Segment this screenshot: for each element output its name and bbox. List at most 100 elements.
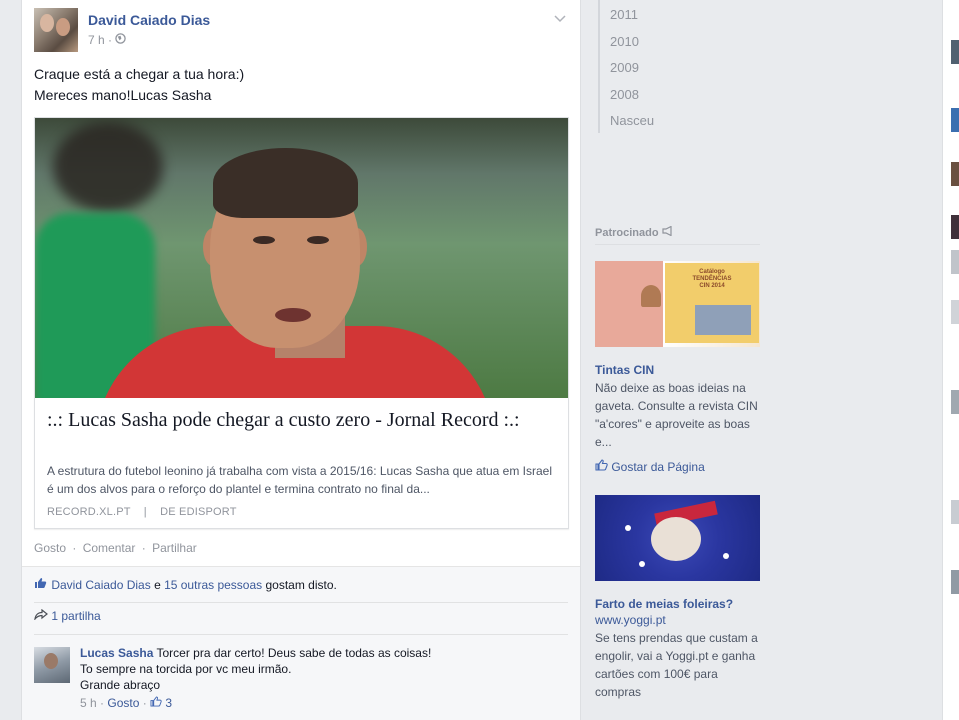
- ad-tintas-cin[interactable]: Catálogo TENDÊNCIAS CIN 2014 Tintas CIN …: [595, 261, 761, 474]
- comment-timestamp[interactable]: 5 h: [80, 696, 97, 710]
- catalog-cover-line: CIN 2014: [699, 283, 725, 289]
- ad-image-catalog: Catálogo TENDÊNCIAS CIN 2014: [665, 263, 759, 343]
- globe-icon[interactable]: [115, 33, 127, 47]
- comment-body: Lucas Sasha Torcer pra dar certo! Deus s…: [80, 645, 560, 711]
- thumbs-up-icon: [595, 459, 611, 474]
- ad-yoggi[interactable]: Farto de meias foleiras? www.yoggi.pt Se…: [595, 495, 761, 701]
- comment-text: Torcer pra dar certo! Deus sabe de todas…: [153, 646, 432, 660]
- ad-description[interactable]: Não deixe as boas ideias na gaveta. Cons…: [595, 379, 761, 451]
- year-link-born[interactable]: Nasceu: [600, 106, 758, 133]
- likes-suffix: gostam disto.: [262, 578, 337, 592]
- contact-thumbnail[interactable]: [951, 300, 959, 324]
- ad-image-sparkle: [639, 561, 645, 567]
- link-domain: RECORD.XL.PT: [47, 506, 131, 518]
- ad-title[interactable]: Tintas CIN: [595, 363, 761, 377]
- action-separator: ·: [72, 541, 77, 555]
- comment-meta: 5 h · Gosto · 3: [80, 695, 560, 711]
- left-gutter: [0, 0, 20, 720]
- contact-thumbnail[interactable]: [951, 250, 959, 274]
- avatar-face: [40, 14, 54, 32]
- avatar-face: [44, 653, 58, 669]
- contact-thumbnail[interactable]: [951, 40, 959, 64]
- link-description: A estrutura do futebol leonino já trabal…: [47, 464, 552, 496]
- ad-image[interactable]: Catálogo TENDÊNCIAS CIN 2014: [595, 261, 760, 347]
- post-meta: 7 h ·: [88, 33, 127, 47]
- post-timestamp[interactable]: 7 h: [88, 33, 105, 47]
- likes-conj: e: [150, 578, 165, 592]
- right-column: 2011 2010 2009 2008 Nasceu Patrocinado C…: [582, 0, 942, 720]
- catalog-cover-panel: [695, 305, 751, 335]
- link-via[interactable]: DE EDISPORT: [160, 506, 237, 518]
- chevron-down-icon[interactable]: [554, 12, 566, 26]
- avatar-face: [56, 18, 70, 36]
- ad-image-lamp: [641, 285, 661, 307]
- megaphone-icon: [662, 225, 674, 239]
- meta-separator: ·: [96, 696, 108, 710]
- author-avatar[interactable]: [34, 8, 78, 52]
- catalog-cover-line: Catálogo: [699, 269, 725, 275]
- chat-sidebar-edge: [942, 0, 959, 720]
- link-preview-image[interactable]: [35, 118, 568, 398]
- action-separator: ·: [141, 541, 146, 555]
- shared-link-card[interactable]: :.: Lucas Sasha pode chegar a custo zero…: [34, 117, 569, 529]
- contact-thumbnail[interactable]: [951, 570, 959, 594]
- likes-summary: David Caiado Dias e 15 outras pessoas go…: [34, 577, 568, 603]
- like-page-button[interactable]: Gostar da Página: [595, 459, 761, 474]
- comment-button[interactable]: Comentar: [83, 541, 136, 555]
- player-mouth: [275, 308, 311, 322]
- feed-post: David Caiado Dias 7 h · Craque está a ch…: [21, 0, 581, 720]
- post-text-line: Mereces mano!Lucas Sasha: [34, 87, 212, 103]
- commenter-name[interactable]: Lucas Sasha: [80, 646, 153, 660]
- sponsored-label[interactable]: Patrocinado: [595, 227, 659, 239]
- year-link-2011[interactable]: 2011: [600, 0, 758, 27]
- source-separator: |: [143, 506, 147, 518]
- share-button[interactable]: Partilhar: [152, 541, 197, 555]
- thumbs-up-icon: [34, 577, 48, 592]
- year-link-2010[interactable]: 2010: [600, 27, 758, 54]
- thumbs-up-icon: [150, 696, 165, 710]
- player-eye: [307, 236, 329, 244]
- catalog-cover-text: Catálogo TENDÊNCIAS CIN 2014: [669, 269, 755, 290]
- share-arrow-icon: [34, 608, 51, 623]
- year-link-2009[interactable]: 2009: [600, 53, 758, 80]
- link-title[interactable]: :.: Lucas Sasha pode chegar a custo zero…: [47, 408, 552, 432]
- comment-separator: ·: [142, 696, 147, 710]
- ad-title[interactable]: Farto de meias foleiras?: [595, 597, 761, 611]
- like-page-label[interactable]: Gostar da Página: [611, 460, 704, 474]
- contact-thumbnail[interactable]: [951, 500, 959, 524]
- contact-thumbnail[interactable]: [951, 390, 959, 414]
- contact-thumbnail[interactable]: [951, 108, 959, 132]
- comment-like-count[interactable]: 3: [165, 696, 172, 710]
- post-header: David Caiado Dias 7 h ·: [34, 8, 570, 52]
- liker-name[interactable]: David Caiado Dias: [51, 578, 150, 592]
- meta-separator: ·: [108, 33, 113, 47]
- shares-count[interactable]: 1 partilha: [51, 609, 100, 623]
- shares-summary[interactable]: 1 partilha: [34, 608, 568, 635]
- ad-image-sparkle: [723, 553, 729, 559]
- post-actions: Gosto · Comentar · Partilhar: [34, 541, 197, 555]
- catalog-cover-line: TENDÊNCIAS: [692, 276, 732, 282]
- player-eye: [253, 236, 275, 244]
- like-button[interactable]: Gosto: [34, 541, 66, 555]
- post-text-line: Craque está a chegar a tua hora:): [34, 66, 245, 82]
- ad-url[interactable]: www.yoggi.pt: [595, 613, 761, 627]
- player-hair: [213, 148, 358, 218]
- contact-thumbnail[interactable]: [951, 215, 959, 239]
- ufi-feedback: David Caiado Dias e 15 outras pessoas go…: [22, 566, 580, 720]
- author-name[interactable]: David Caiado Dias: [88, 12, 210, 28]
- ad-description[interactable]: Se tens prendas que custam a engolir, va…: [595, 629, 761, 701]
- ad-image[interactable]: [595, 495, 760, 581]
- comment-like-button[interactable]: Gosto: [107, 696, 139, 710]
- year-link-2008[interactable]: 2008: [600, 80, 758, 107]
- comment-text: To sempre na torcida por vc meu irmão.: [80, 662, 292, 676]
- others-link[interactable]: 15 outras pessoas: [164, 578, 262, 592]
- post-message: Craque está a chegar a tua hora:) Merece…: [34, 64, 570, 106]
- link-source: RECORD.XL.PT | DE EDISPORT: [47, 506, 237, 518]
- ad-image-ornament: [651, 517, 701, 561]
- commenter-avatar[interactable]: [34, 647, 70, 683]
- comment-text: Grande abraço: [80, 678, 161, 692]
- ad-image-sparkle: [625, 525, 631, 531]
- contact-thumbnail[interactable]: [951, 162, 959, 186]
- background-person-head: [53, 122, 163, 212]
- timeline-years-nav: 2011 2010 2009 2008 Nasceu: [598, 0, 758, 133]
